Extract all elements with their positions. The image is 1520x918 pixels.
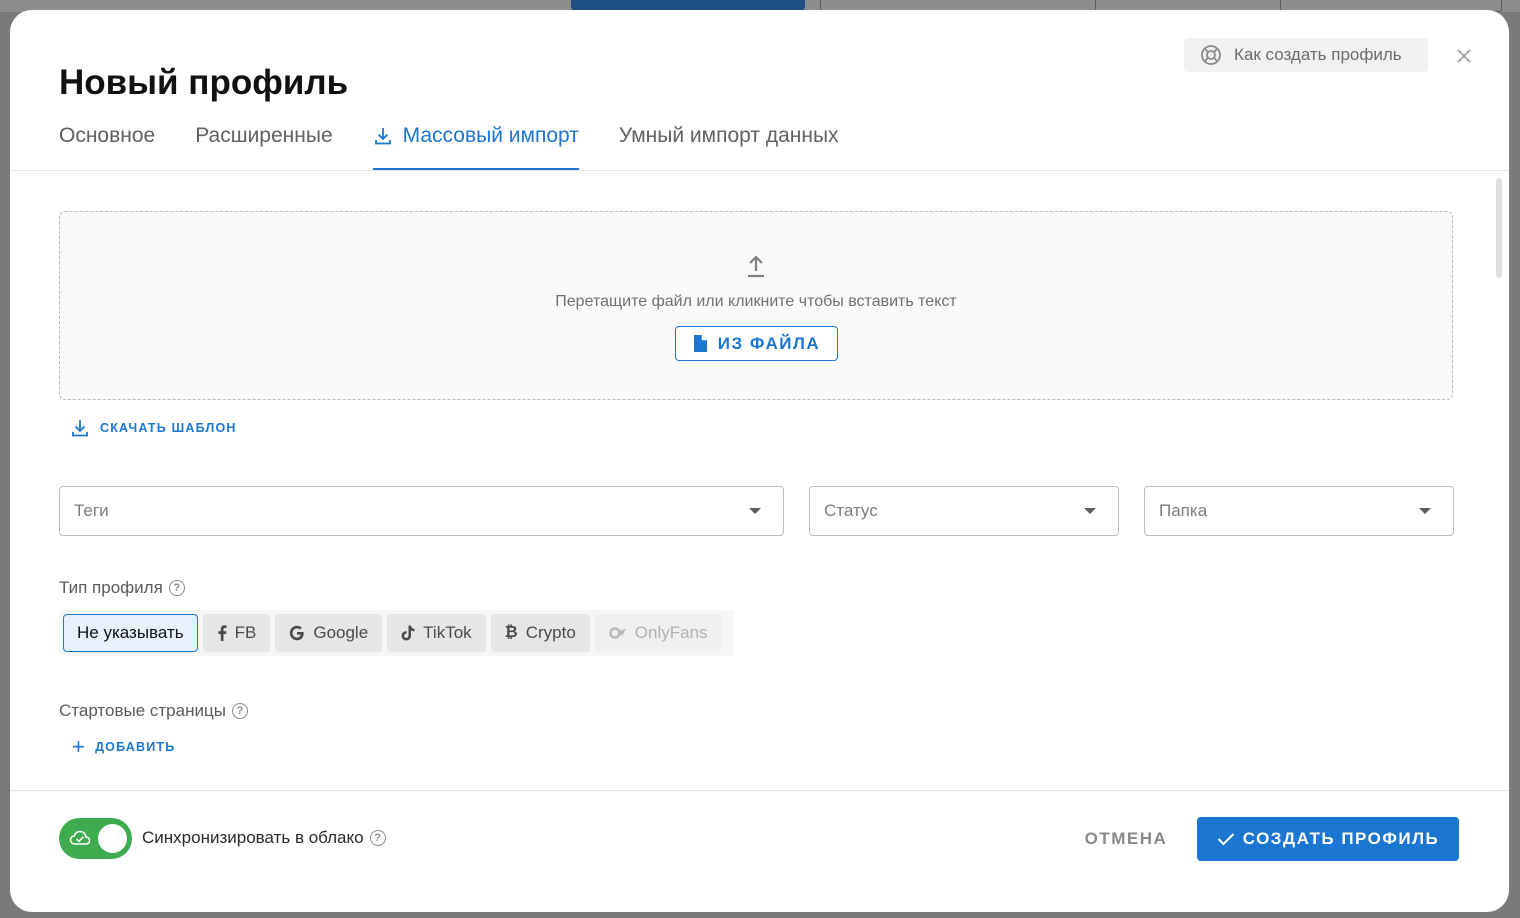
tab-divider: [10, 170, 1509, 171]
close-icon: [1457, 49, 1471, 63]
caret-down-icon: [749, 508, 761, 514]
add-start-page-button[interactable]: + ДОБАВИТЬ: [72, 734, 175, 759]
sync-label: Синхронизировать в облако ?: [142, 828, 386, 848]
background-create-button: [571, 0, 805, 10]
cancel-button[interactable]: ОТМЕНА: [1072, 818, 1180, 860]
close-button[interactable]: [1454, 46, 1474, 66]
tab-bar: Основное Расширенные Массовый импорт Умн…: [59, 122, 879, 170]
profile-type-selector: Не указывать FB Google TikTok ₿ Crypto O…: [59, 610, 734, 656]
tab-smart-import[interactable]: Умный импорт данных: [619, 122, 839, 170]
folder-placeholder: Папка: [1159, 501, 1208, 520]
dropzone-hint: Перетащите файл или кликните чтобы встав…: [555, 293, 957, 310]
cloud-check-icon: [69, 830, 91, 845]
file-icon: [693, 335, 707, 352]
download-icon: [72, 420, 88, 437]
cloud-sync-toggle[interactable]: [59, 818, 132, 859]
plus-icon: +: [72, 734, 87, 759]
caret-down-icon: [1419, 508, 1431, 514]
help-icon[interactable]: ?: [168, 580, 185, 596]
from-file-button[interactable]: ИЗ ФАЙЛА: [675, 326, 838, 361]
tab-basic[interactable]: Основное: [59, 122, 155, 170]
help-icon[interactable]: ?: [231, 703, 248, 719]
google-icon: [289, 625, 305, 641]
how-to-create-label: Как создать профиль: [1234, 45, 1402, 64]
upload-icon: [748, 255, 764, 278]
footer-divider: [10, 790, 1509, 791]
download-template-button[interactable]: СКАЧАТЬ ШАБЛОН: [70, 418, 237, 438]
type-option-google[interactable]: Google: [275, 614, 383, 652]
lifebuoy-icon: [1201, 45, 1221, 65]
folder-select[interactable]: Папка: [1144, 486, 1454, 536]
how-to-create-button[interactable]: Как создать профиль: [1184, 38, 1428, 72]
profile-type-label: Тип профиля ?: [59, 578, 185, 598]
scrollbar[interactable]: [1496, 178, 1502, 278]
dialog-title: Новый профиль: [59, 63, 349, 102]
download-icon: [374, 128, 391, 145]
tab-advanced[interactable]: Расширенные: [195, 122, 332, 170]
start-pages-label: Стартовые страницы ?: [59, 701, 248, 721]
type-option-none[interactable]: Не указывать: [63, 614, 198, 652]
file-dropzone[interactable]: Перетащите файл или кликните чтобы встав…: [59, 211, 1453, 400]
create-profile-button[interactable]: СОЗДАТЬ ПРОФИЛЬ: [1197, 817, 1459, 861]
new-profile-dialog: Новый профиль Как создать профиль Основн…: [10, 10, 1509, 912]
type-option-fb[interactable]: FB: [202, 614, 271, 652]
type-option-onlyfans: OnlyFans: [594, 614, 722, 652]
status-select[interactable]: Статус: [809, 486, 1119, 536]
facebook-icon: [217, 625, 227, 641]
tiktok-icon: [401, 625, 415, 641]
tab-bulk-import[interactable]: Массовый импорт: [372, 122, 579, 170]
type-option-tiktok[interactable]: TikTok: [387, 614, 486, 652]
type-option-crypto[interactable]: ₿ Crypto: [490, 614, 590, 652]
onlyfans-icon: [609, 627, 627, 639]
bitcoin-icon: ₿: [504, 624, 518, 641]
tags-select[interactable]: Теги: [59, 486, 784, 536]
help-icon[interactable]: ?: [369, 830, 386, 846]
status-placeholder: Статус: [824, 501, 878, 520]
check-icon: [1217, 833, 1234, 846]
caret-down-icon: [1084, 508, 1096, 514]
tags-placeholder: Теги: [74, 501, 109, 520]
toggle-knob: [98, 824, 127, 853]
